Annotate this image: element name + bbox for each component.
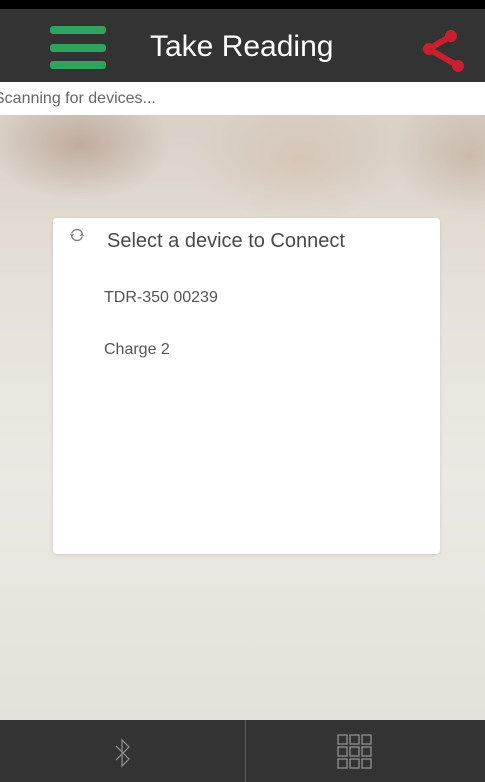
share-button[interactable] <box>418 24 470 76</box>
device-select-dialog: Select a device to Connect TDR-350 00239… <box>53 218 440 554</box>
refresh-icon <box>70 228 84 242</box>
scan-status-bar: Scanning for devices... <box>0 82 485 115</box>
device-item-tdr-350[interactable]: TDR-350 00239 <box>104 289 218 307</box>
grid-icon <box>337 734 372 769</box>
scan-status-text: Scanning for devices... <box>0 90 156 107</box>
menu-button[interactable] <box>50 26 106 70</box>
bluetooth-icon <box>115 738 130 768</box>
dialog-title: Select a device to Connect <box>107 230 345 252</box>
device-item-charge-2[interactable]: Charge 2 <box>104 341 170 359</box>
share-icon <box>423 30 464 72</box>
status-bar-strip <box>0 0 485 9</box>
bluetooth-button[interactable] <box>0 720 245 782</box>
page-title: Take Reading <box>150 30 334 63</box>
app-bar: Take Reading <box>0 0 485 82</box>
grid-button[interactable] <box>246 720 485 782</box>
bottom-nav <box>0 720 485 782</box>
